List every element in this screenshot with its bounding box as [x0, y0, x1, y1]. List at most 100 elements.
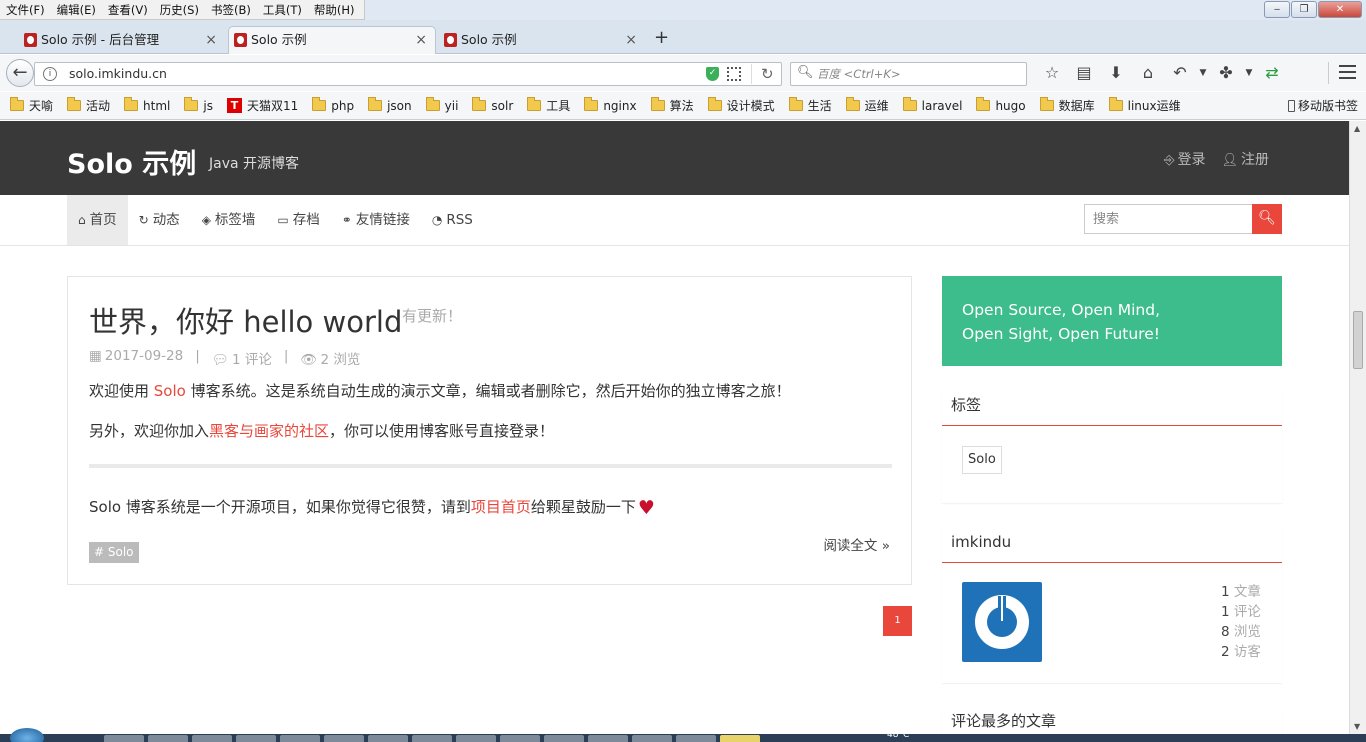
avatar[interactable]	[962, 582, 1042, 662]
solo-link[interactable]: Solo	[154, 382, 186, 400]
start-button[interactable]	[10, 728, 44, 742]
taskbar-app[interactable]	[588, 735, 628, 742]
home-icon[interactable]: ⌂	[1132, 62, 1164, 86]
tab-title: Solo 示例	[461, 32, 517, 47]
bookmark-folder[interactable]: 活动	[67, 92, 124, 119]
menu-tools[interactable]: 工具(T)	[257, 0, 308, 19]
scroll-down-icon[interactable]: ▼	[1354, 722, 1360, 731]
taskbar-app[interactable]	[456, 735, 496, 742]
bookmark-folder[interactable]: 生活	[788, 92, 846, 119]
page-scrollbar[interactable]: ▲ ▼	[1349, 121, 1366, 734]
shield-icon[interactable]: ✓	[706, 67, 719, 81]
bookmark-folder[interactable]: 运维	[845, 92, 903, 119]
taskbar-app[interactable]	[280, 735, 320, 742]
taskbar-app[interactable]	[236, 735, 276, 742]
close-window-button[interactable]: ✕	[1318, 1, 1362, 18]
bookmark-folder[interactable]: yii	[425, 92, 473, 119]
browser-search-box[interactable]: 🔍︎ 百度 <Ctrl+K>	[790, 62, 1027, 86]
download-icon[interactable]: ⬇	[1100, 62, 1132, 86]
menu-bookmarks[interactable]: 书签(B)	[205, 0, 257, 19]
bookmark-folder[interactable]: html	[124, 92, 184, 119]
tab-solo-active[interactable]: Solo 示例 ×	[228, 26, 436, 54]
bookmark-folder[interactable]: solr	[472, 92, 527, 119]
site-search: 🔍︎	[1084, 204, 1282, 234]
taskbar-app[interactable]	[412, 735, 452, 742]
community-link[interactable]: 黑客与画家的社区	[209, 422, 329, 440]
nav-item-home[interactable]: ⌂ 首页	[67, 195, 128, 245]
taskbar-app[interactable]	[632, 735, 672, 742]
extension-dropdown-icon[interactable]: ▼	[1242, 62, 1256, 86]
extension-icon[interactable]: ✤	[1210, 62, 1242, 86]
nav-item-tags[interactable]: ◈ 标签墙	[191, 195, 267, 245]
site-search-input[interactable]	[1084, 204, 1253, 234]
tab-solo[interactable]: Solo 示例 ×	[438, 26, 646, 54]
nav-item-dynamic[interactable]: ↻ 动态	[128, 195, 191, 245]
bookmark-folder[interactable]: php	[312, 92, 368, 119]
article-tag[interactable]: # Solo	[89, 542, 139, 563]
bookmark-folder[interactable]: 工具	[527, 92, 584, 119]
menu-view[interactable]: 查看(V)	[102, 0, 154, 19]
bookmark-folder[interactable]: laravel	[902, 92, 977, 119]
bookmark-folder[interactable]: 算法	[650, 92, 708, 119]
sync-arrows-icon[interactable]: ⇄	[1256, 62, 1288, 86]
tab-admin[interactable]: Solo 示例 - 后台管理 ×	[18, 26, 226, 54]
reading-list-icon[interactable]: ▤	[1068, 62, 1100, 86]
menu-history[interactable]: 历史(S)	[154, 0, 205, 19]
nav-item-rss[interactable]: ◔ RSS	[421, 195, 484, 245]
url-text[interactable]: solo.imkindu.cn	[69, 63, 167, 85]
taskbar-app[interactable]	[104, 735, 144, 742]
bookmark-folder[interactable]: linux运维	[1108, 92, 1195, 119]
tag-chip[interactable]: Solo	[962, 446, 1002, 474]
bookmark-folder[interactable]: json	[368, 92, 426, 119]
taskbar-app[interactable]	[324, 735, 364, 742]
maximize-button[interactable]: ❐	[1291, 1, 1317, 18]
scroll-up-icon[interactable]: ▲	[1354, 124, 1360, 133]
stat-articles[interactable]: 1 文章	[1221, 582, 1261, 602]
taskbar-app[interactable]	[676, 735, 716, 742]
taskbar-app[interactable]	[544, 735, 584, 742]
read-more-link[interactable]: 阅读全文 »	[823, 534, 890, 554]
taskbar-app[interactable]	[148, 735, 188, 742]
bookmark-folder[interactable]: 设计模式	[707, 92, 789, 119]
new-tab-icon[interactable]: +	[654, 27, 669, 48]
article-comments[interactable]: 💬︎ 1 评论	[212, 348, 272, 368]
register-link[interactable]: 👤︎ 注册	[1221, 149, 1269, 169]
search-button[interactable]: 🔍︎	[1252, 204, 1282, 234]
undo-dropdown-icon[interactable]: ▼	[1196, 62, 1210, 86]
nav-item-archive[interactable]: ▭ 存档	[266, 195, 330, 245]
project-home-link[interactable]: 项目首页	[471, 498, 531, 516]
login-link[interactable]: ⎆ 登录	[1164, 149, 1205, 169]
star-bookmark-icon[interactable]: ☆	[1036, 62, 1068, 86]
taskbar-app[interactable]	[192, 735, 232, 742]
url-bar[interactable]: i solo.imkindu.cn ✓ ↻	[34, 62, 782, 86]
taskbar-app[interactable]	[720, 735, 760, 742]
taskbar-app[interactable]	[500, 735, 540, 742]
article-title[interactable]: 世界，你好 hello world	[89, 299, 402, 341]
undo-icon[interactable]: ↶	[1164, 62, 1196, 86]
bookmark-tmall[interactable]: T 天猫双11	[226, 92, 312, 119]
back-button[interactable]: ←	[6, 59, 34, 87]
pagination-current-page[interactable]: 1	[883, 606, 912, 636]
tab-close-icon[interactable]: ×	[205, 27, 217, 53]
mobile-bookmarks[interactable]: 移动版书签	[1287, 92, 1358, 120]
scroll-thumb[interactable]	[1353, 311, 1363, 369]
menu-file[interactable]: 文件(F)	[0, 0, 51, 19]
hamburger-menu-icon[interactable]	[1339, 65, 1356, 79]
qr-code-icon[interactable]	[727, 67, 741, 81]
bookmark-folder[interactable]: 数据库	[1039, 92, 1109, 119]
stat-comments[interactable]: 1 评论	[1221, 602, 1261, 622]
site-info-icon[interactable]: i	[43, 67, 57, 81]
bookmark-folder[interactable]: hugo	[976, 92, 1039, 119]
taskbar-app[interactable]	[368, 735, 408, 742]
site-title[interactable]: Solo 示例	[67, 142, 196, 181]
bookmark-folder[interactable]: 天喻	[10, 92, 67, 119]
menu-help[interactable]: 帮助(H)	[308, 0, 361, 19]
tab-close-icon[interactable]: ×	[625, 27, 637, 53]
bookmark-folder[interactable]: nginx	[584, 92, 650, 119]
bookmark-folder[interactable]: js	[184, 92, 227, 119]
minimize-button[interactable]: ‒	[1264, 1, 1290, 18]
nav-item-links[interactable]: ⚭ 友情链接	[331, 195, 421, 245]
tab-close-icon[interactable]: ×	[415, 27, 427, 53]
menu-edit[interactable]: 编辑(E)	[51, 0, 102, 19]
reload-icon[interactable]: ↻	[751, 64, 774, 84]
